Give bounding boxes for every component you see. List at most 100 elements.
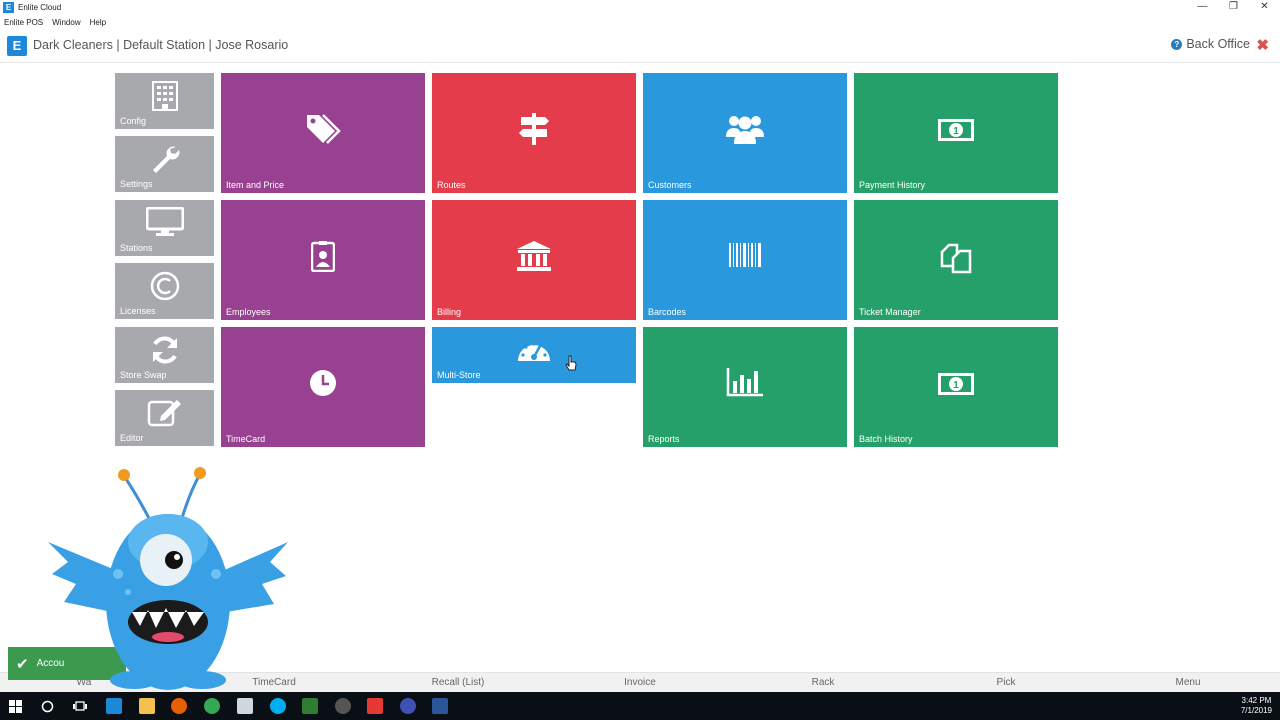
tile-billing[interactable]: Billing xyxy=(432,200,636,320)
bottom-item-rack[interactable]: Rack xyxy=(812,677,835,688)
tile-store-swap[interactable]: Store Swap xyxy=(115,327,214,383)
s-app-icon[interactable] xyxy=(367,698,383,714)
tile-timecard[interactable]: TimeCard xyxy=(221,327,425,447)
tags-icon xyxy=(307,114,341,144)
menu-help[interactable]: Help xyxy=(90,18,106,27)
clock-time: 3:42 PM xyxy=(1241,696,1272,705)
tile-label: Stations xyxy=(120,243,153,253)
building-icon xyxy=(151,81,178,111)
menu-bar: Enlite POS Window Help xyxy=(0,15,1280,29)
tile-settings[interactable]: Settings xyxy=(115,136,214,192)
header: E Dark Cleaners | Default Station | Jose… xyxy=(0,29,1280,63)
close-window-button[interactable]: ✕ xyxy=(1249,0,1280,15)
monitor-icon xyxy=(145,207,184,236)
tile-item-and-price[interactable]: Item and Price xyxy=(221,73,425,193)
copy-icon xyxy=(940,243,972,274)
svg-text:1: 1 xyxy=(953,126,959,137)
money-bill-icon: 1 xyxy=(938,119,974,141)
tile-stations[interactable]: Stations xyxy=(115,200,214,256)
system-clock[interactable]: 3:42 PM 7/1/2019 xyxy=(1241,696,1272,716)
question-circle-icon: ? xyxy=(1171,38,1183,50)
tile-label: Reports xyxy=(648,434,680,444)
tile-label: Settings xyxy=(120,179,153,189)
tile-label: Ticket Manager xyxy=(859,307,921,317)
cortana-search-icon[interactable] xyxy=(41,700,54,713)
bottom-item-recall-list[interactable]: Recall (List) xyxy=(432,677,485,688)
back-office-link[interactable]: ? Back Office xyxy=(1171,37,1250,51)
clock-icon xyxy=(310,370,336,396)
tile-label: Editor xyxy=(120,433,144,443)
tile-reports[interactable]: Reports xyxy=(643,327,847,447)
tile-payment-history[interactable]: 1 Payment History xyxy=(854,73,1058,193)
title-bar: E Enlite Cloud — ❐ ✕ xyxy=(0,0,1280,15)
windows-start-icon[interactable] xyxy=(9,700,22,713)
tile-label: Payment History xyxy=(859,180,926,190)
tile-customers[interactable]: Customers xyxy=(643,73,847,193)
tile-routes[interactable]: Routes xyxy=(432,73,636,193)
app-window: E Enlite Cloud — ❐ ✕ Enlite POS Window H… xyxy=(0,0,1280,720)
app-icon: E xyxy=(3,2,14,13)
refresh-icon xyxy=(152,336,177,364)
breadcrumb: Dark Cleaners | Default Station | Jose R… xyxy=(33,38,289,52)
tile-batch-history[interactable]: 1 Batch History xyxy=(854,327,1058,447)
copyright-icon xyxy=(150,271,179,301)
tile-label: Store Swap xyxy=(120,370,167,380)
tile-label: Employees xyxy=(226,307,271,317)
tile-multi-store[interactable]: Multi-Store xyxy=(432,327,636,383)
clock-date: 7/1/2019 xyxy=(1240,706,1272,715)
word-icon[interactable] xyxy=(432,698,448,714)
firefox-icon[interactable] xyxy=(171,698,187,714)
svg-text:1: 1 xyxy=(953,380,959,391)
id-badge-icon xyxy=(311,241,335,272)
tile-label: Licenses xyxy=(120,306,156,316)
edit-icon xyxy=(147,400,181,427)
windows-taskbar: 3:42 PM 7/1/2019 xyxy=(0,692,1280,720)
back-office-label: Back Office xyxy=(1186,37,1250,51)
tile-barcodes[interactable]: Barcodes xyxy=(643,200,847,320)
monster-mascot xyxy=(48,467,288,690)
tile-label: Multi-Store xyxy=(437,370,481,380)
tile-label: TimeCard xyxy=(226,434,266,444)
money-bill-icon: 1 xyxy=(938,373,974,395)
window-title: Enlite Cloud xyxy=(18,3,62,12)
enlite-taskbar-icon[interactable] xyxy=(106,698,122,714)
chrome-icon[interactable] xyxy=(204,698,220,714)
spreadsheet-icon[interactable] xyxy=(302,698,318,714)
dashboard-icon xyxy=(518,342,550,361)
bar-chart-icon xyxy=(726,368,763,397)
enlite-logo: E xyxy=(7,36,27,56)
tile-editor[interactable]: Editor xyxy=(115,390,214,446)
tile-licenses[interactable]: Licenses xyxy=(115,263,214,319)
menu-enlite-pos[interactable]: Enlite POS xyxy=(4,18,43,27)
barcode-icon xyxy=(729,243,761,267)
bottom-item-menu[interactable]: Menu xyxy=(1175,677,1200,688)
minimize-button[interactable]: — xyxy=(1187,0,1218,15)
check-icon: ✔ xyxy=(16,655,29,673)
audio-app-icon[interactable] xyxy=(400,698,416,714)
tile-config[interactable]: Config xyxy=(115,73,214,129)
wrench-icon xyxy=(152,146,179,173)
app-circle-icon[interactable] xyxy=(335,698,351,714)
signpost-icon xyxy=(519,113,549,145)
tile-label: Customers xyxy=(648,180,692,190)
tile-label: Routes xyxy=(437,180,466,190)
tile-label: Batch History xyxy=(859,434,913,444)
file-explorer-icon[interactable] xyxy=(139,698,155,714)
bank-icon xyxy=(517,241,551,271)
tile-employees[interactable]: Employees xyxy=(221,200,425,320)
tile-label: Billing xyxy=(437,307,462,317)
task-view-icon[interactable] xyxy=(73,700,87,713)
restore-button[interactable]: ❐ xyxy=(1218,0,1249,15)
menu-window[interactable]: Window xyxy=(52,18,80,27)
hand-cursor-icon xyxy=(565,355,577,371)
bottom-item-pick[interactable]: Pick xyxy=(997,677,1016,688)
users-icon xyxy=(726,116,764,144)
tile-label: Item and Price xyxy=(226,180,285,190)
bottom-item-invoice[interactable]: Invoice xyxy=(624,677,656,688)
close-icon[interactable]: ✖ xyxy=(1256,36,1269,54)
tile-ticket-manager[interactable]: Ticket Manager xyxy=(854,200,1058,320)
tile-label: Barcodes xyxy=(648,307,687,317)
mail-icon[interactable] xyxy=(237,698,253,714)
tile-label: Config xyxy=(120,116,147,126)
skype-icon[interactable] xyxy=(270,698,286,714)
